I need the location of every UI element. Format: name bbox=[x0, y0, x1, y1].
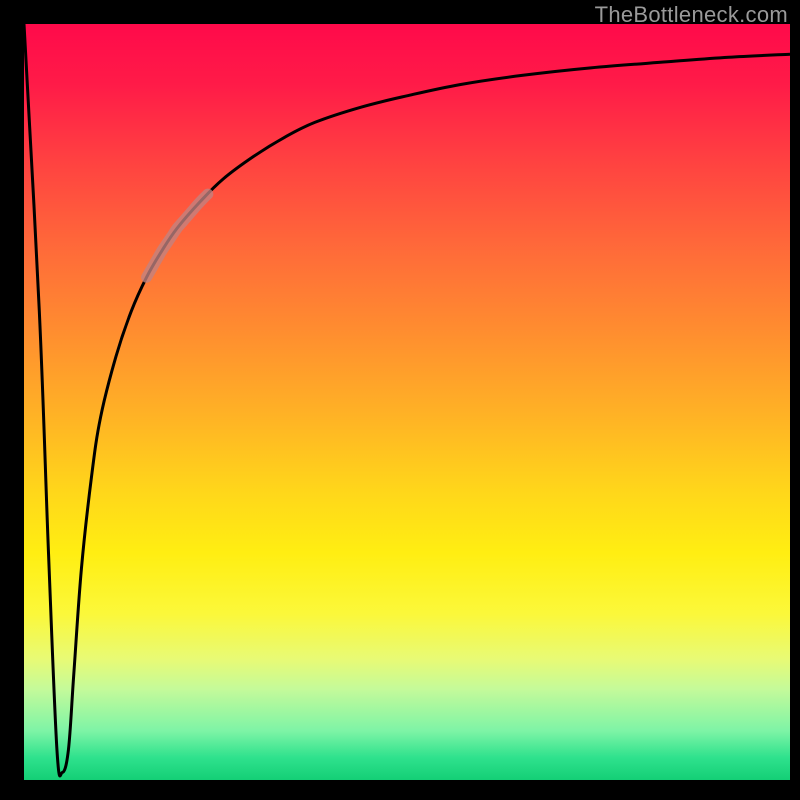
plot-gradient-area bbox=[24, 24, 790, 780]
chart-stage: TheBottleneck.com bbox=[0, 0, 800, 800]
